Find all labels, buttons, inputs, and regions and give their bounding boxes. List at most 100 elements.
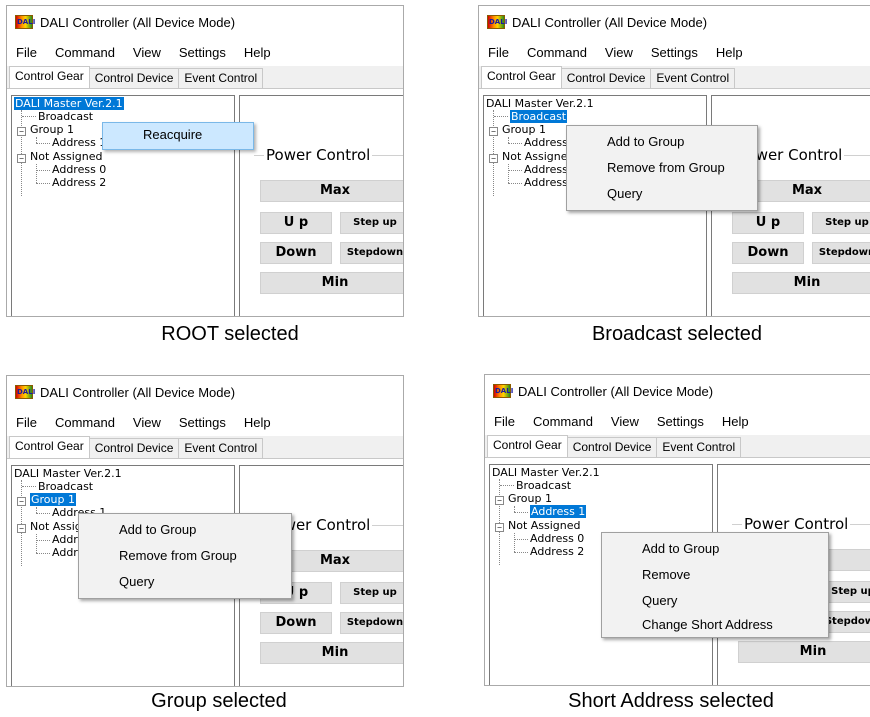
tree-node-root[interactable]: DALI Master Ver.2.1: [14, 97, 124, 110]
collapse-icon[interactable]: −: [17, 497, 26, 506]
tree-node-root[interactable]: DALI Master Ver.2.1: [14, 467, 122, 480]
menu-item-reacquire[interactable]: Reacquire: [143, 127, 202, 142]
tree-node-address2[interactable]: Address 2: [52, 176, 106, 189]
panel-group-selected: DALI DALI Controller (All Device Mode) F…: [6, 375, 404, 687]
menu-item-remove[interactable]: Remove: [642, 567, 690, 582]
tab-control-gear[interactable]: Control Gear: [9, 66, 90, 88]
menu-file[interactable]: File: [485, 414, 524, 429]
tab-strip: Control Gear Control Device Event Contro…: [7, 436, 403, 458]
dali-app-icon: DALI: [15, 385, 35, 399]
power-control-area: Power Control Max U p Step up Down Stepd…: [239, 95, 403, 316]
menu-bar: File Command View Settings Help: [7, 38, 403, 66]
down-button[interactable]: Down: [260, 242, 332, 264]
menu-help[interactable]: Help: [235, 415, 280, 430]
collapse-icon[interactable]: −: [17, 524, 26, 533]
menu-file[interactable]: File: [7, 415, 46, 430]
collapse-icon[interactable]: −: [17, 127, 26, 136]
min-button[interactable]: Min: [732, 272, 870, 294]
app-window: DALI DALI Controller (All Device Mode) F…: [484, 374, 870, 686]
menu-item-add-to-group[interactable]: Add to Group: [119, 522, 196, 537]
max-button[interactable]: Max: [260, 180, 403, 202]
menu-settings[interactable]: Settings: [170, 415, 235, 430]
min-button[interactable]: Min: [260, 642, 403, 664]
menu-settings[interactable]: Settings: [648, 414, 713, 429]
collapse-icon[interactable]: −: [495, 496, 504, 505]
menu-item-query[interactable]: Query: [119, 574, 154, 589]
tree-node-address1[interactable]: Address 1: [52, 136, 106, 149]
menu-item-remove-from-group[interactable]: Remove from Group: [119, 548, 237, 563]
tree-node-address2[interactable]: Address 2: [530, 545, 584, 558]
up-button[interactable]: U p: [732, 212, 804, 234]
menu-item-query[interactable]: Query: [607, 186, 642, 201]
menu-command[interactable]: Command: [518, 45, 596, 60]
step-up-button[interactable]: Step up: [812, 212, 870, 234]
menu-item-query[interactable]: Query: [642, 593, 677, 608]
collapse-icon[interactable]: −: [17, 154, 26, 163]
tree-node-group1[interactable]: Group 1: [30, 123, 74, 136]
down-button[interactable]: Down: [732, 242, 804, 264]
window-title: DALI Controller (All Device Mode): [40, 384, 236, 400]
min-button[interactable]: Min: [738, 641, 870, 663]
menu-item-change-short-address[interactable]: Change Short Address: [642, 617, 773, 632]
collapse-icon[interactable]: −: [489, 127, 498, 136]
menu-command[interactable]: Command: [46, 45, 124, 60]
tab-control-device[interactable]: Control Device: [88, 68, 180, 88]
menu-item-add-to-group[interactable]: Add to Group: [607, 134, 684, 149]
tree-node-broadcast[interactable]: Broadcast: [516, 479, 571, 492]
tab-event-control[interactable]: Event Control: [650, 68, 736, 88]
dali-app-icon: DALI: [493, 384, 513, 398]
step-down-button[interactable]: Stepdown: [340, 242, 403, 264]
step-down-button[interactable]: Stepdown: [812, 242, 870, 264]
min-button[interactable]: Min: [260, 272, 403, 294]
tree-node-not-assigned[interactable]: Not Assigned: [502, 150, 575, 163]
tree-node-root[interactable]: DALI Master Ver.2.1: [486, 97, 594, 110]
tab-control-device[interactable]: Control Device: [560, 68, 652, 88]
step-up-button[interactable]: Step up: [340, 582, 403, 604]
menu-item-remove-from-group[interactable]: Remove from Group: [607, 160, 725, 175]
tree-node-broadcast[interactable]: Broadcast: [510, 110, 568, 123]
up-button[interactable]: U p: [260, 212, 332, 234]
menu-view[interactable]: View: [124, 45, 170, 60]
step-down-button[interactable]: Stepdown: [340, 612, 403, 634]
tree-node-address0[interactable]: Address 0: [52, 163, 106, 176]
tab-control-device[interactable]: Control Device: [88, 438, 180, 458]
tree-node-broadcast[interactable]: Broadcast: [38, 110, 93, 123]
tab-event-control[interactable]: Event Control: [178, 438, 264, 458]
tree-node-group1[interactable]: Group 1: [502, 123, 546, 136]
menu-help[interactable]: Help: [713, 414, 758, 429]
menu-view[interactable]: View: [596, 45, 642, 60]
tree-node-root[interactable]: DALI Master Ver.2.1: [492, 466, 600, 479]
tree-node-address1[interactable]: Address 1: [530, 505, 587, 518]
menu-file[interactable]: File: [7, 45, 46, 60]
tab-control-device[interactable]: Control Device: [566, 437, 658, 457]
collapse-icon[interactable]: −: [495, 523, 504, 532]
menu-command[interactable]: Command: [46, 415, 124, 430]
tab-control-gear[interactable]: Control Gear: [487, 435, 568, 457]
tree-node-group1[interactable]: Group 1: [508, 492, 552, 505]
menu-file[interactable]: File: [479, 45, 518, 60]
tab-control-gear[interactable]: Control Gear: [481, 66, 562, 88]
tab-event-control[interactable]: Event Control: [178, 68, 264, 88]
tree-node-not-assigned[interactable]: Not Assigned: [30, 150, 103, 163]
menu-help[interactable]: Help: [235, 45, 280, 60]
menu-settings[interactable]: Settings: [642, 45, 707, 60]
down-button[interactable]: Down: [260, 612, 332, 634]
menu-settings[interactable]: Settings: [170, 45, 235, 60]
tab-event-control[interactable]: Event Control: [656, 437, 742, 457]
collapse-icon[interactable]: −: [489, 154, 498, 163]
window-title: DALI Controller (All Device Mode): [512, 14, 708, 30]
menu-item-add-to-group[interactable]: Add to Group: [642, 541, 719, 556]
menu-view[interactable]: View: [602, 414, 648, 429]
menu-view[interactable]: View: [124, 415, 170, 430]
context-menu: Add to Group Remove from Group Query: [78, 513, 292, 599]
menu-command[interactable]: Command: [524, 414, 602, 429]
tree-node-not-assigned[interactable]: Not Assigned: [508, 519, 581, 532]
tree-node-broadcast[interactable]: Broadcast: [38, 480, 93, 493]
menu-help[interactable]: Help: [707, 45, 752, 60]
title-bar: DALI DALI Controller (All Device Mode): [479, 6, 870, 38]
tree-node-address0[interactable]: Address 0: [530, 532, 584, 545]
tree-node-group1[interactable]: Group 1: [30, 493, 76, 506]
step-up-button[interactable]: Step up: [340, 212, 403, 234]
power-control-title: Power Control: [742, 515, 851, 533]
tab-control-gear[interactable]: Control Gear: [9, 436, 90, 458]
